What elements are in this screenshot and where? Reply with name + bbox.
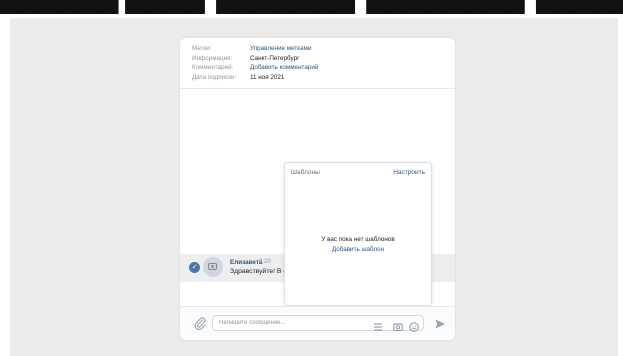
info-label: Метки: (192, 45, 212, 52)
info-label: Информация: (192, 54, 233, 62)
smile-icon[interactable] (409, 319, 419, 332)
message-input[interactable] (219, 318, 339, 328)
message-input-box[interactable] (212, 315, 424, 332)
info-value: 11 ноя 2021 (250, 73, 285, 81)
add-template-link[interactable]: Добавить шаблон (285, 246, 431, 253)
screen: ▆▆▆▆▆▆ ▆▆▆▆▆▆▆▆▆▆▆▆▆▆▆▆▆▆▆▆▆▆▆▆▆▆▆▆▆▆▆▆▆… (0, 0, 623, 356)
manage-labels-link[interactable]: Управление метками (250, 44, 312, 54)
message-composer (180, 307, 455, 340)
cropped-heading-text: ▆▆▆▆▆▆ ▆▆▆▆▆▆▆▆▆▆▆▆▆▆▆▆▆▆▆▆▆▆▆▆▆▆▆▆▆▆▆▆▆… (0, 0, 623, 14)
message-time: 9:20 (259, 259, 271, 265)
paperclip-icon[interactable] (194, 316, 206, 330)
camera-icon (208, 263, 217, 270)
info-label: Дата подписки: (192, 73, 237, 81)
templates-settings-link[interactable]: Настроить (393, 169, 425, 176)
check-icon[interactable]: ✓ (189, 262, 200, 273)
info-label: Комментарий: (192, 64, 234, 71)
divider (180, 88, 455, 89)
send-icon[interactable] (434, 317, 446, 329)
avatar[interactable] (203, 257, 223, 277)
message-author[interactable]: Елизавета (230, 259, 262, 266)
templates-title: Шаблоны (291, 169, 320, 176)
cropped-heading: ▆▆▆▆▆▆ ▆▆▆▆▆▆▆▆▆▆▆▆▆▆▆▆▆▆▆▆▆▆▆▆▆▆▆▆▆▆▆▆▆… (0, 0, 623, 14)
list-icon[interactable] (373, 319, 383, 331)
camera-icon[interactable] (393, 319, 403, 332)
chat-dialog: Метки: Управление метками Информация: Са… (180, 38, 455, 340)
add-comment-link[interactable]: Добавить комментарий (250, 63, 318, 73)
templates-popup: Шаблоны Настроить У вас пока нет шаблоно… (284, 162, 432, 306)
info-value: Санкт-Петербург (250, 54, 300, 62)
templates-empty-text: У вас пока нет шаблонов (321, 236, 395, 243)
message-text: Здравствуйте! В со (230, 268, 284, 275)
